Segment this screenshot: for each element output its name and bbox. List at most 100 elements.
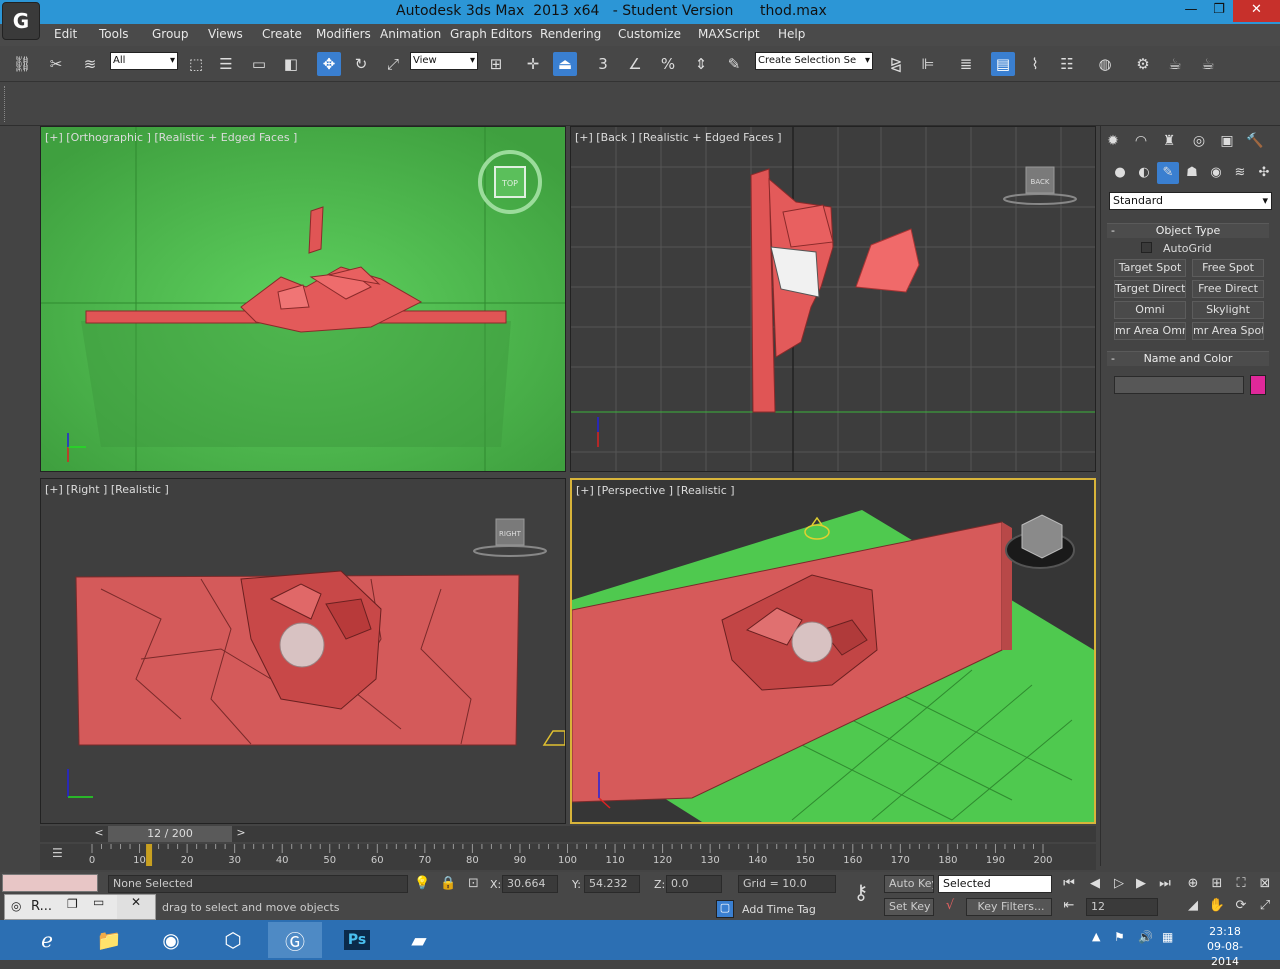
reference-coordinate-dropdown[interactable]: View [410, 52, 478, 70]
unity-icon[interactable]: ⬡ [206, 922, 260, 958]
viewcube-back[interactable]: BACK [1003, 166, 1077, 205]
window-crossing-icon[interactable]: ◧ [279, 52, 303, 76]
viewport-label[interactable]: [+] [Back ] [Realistic + Edged Faces ] [575, 131, 782, 144]
mini-close-icon[interactable]: ✕ [117, 895, 155, 919]
notes-app-icon[interactable]: ▰ [392, 922, 446, 958]
z-coordinate-field[interactable]: 0.0 [666, 875, 722, 893]
object-type-rollout[interactable]: - Object Type [1107, 223, 1269, 238]
isolate-icon[interactable]: 💡 [414, 876, 430, 891]
cameras-icon[interactable]: ☗ [1181, 162, 1203, 184]
tray-overflow-icon[interactable]: ▲ [1092, 930, 1100, 943]
object-name-input[interactable] [1114, 376, 1244, 394]
go-to-end-icon[interactable]: ⏭ [1154, 874, 1176, 894]
firefox-icon[interactable]: ◉ [144, 922, 198, 958]
selection-lock-icon[interactable]: 🔒 [440, 876, 456, 891]
set-key-icon[interactable]: ⚷ [845, 880, 877, 912]
lights-icon[interactable]: ✎ [1157, 162, 1179, 184]
rendered-frame-window-icon[interactable]: ☕ [1163, 52, 1187, 76]
track-bar-mini-curve-icon[interactable]: ☰ [52, 846, 72, 864]
zoom-extents-all-icon[interactable]: ⊠ [1254, 874, 1276, 894]
next-frame-icon[interactable]: ▶ [1130, 874, 1152, 894]
key-mode-toggle-icon[interactable]: ⇤ [1058, 896, 1080, 916]
viewport-label[interactable]: [+] [Right ] [Realistic ] [45, 483, 169, 496]
zoom-all-icon[interactable]: ⊞ [1206, 874, 1228, 894]
menu-group[interactable]: Group [152, 27, 189, 41]
object-color-swatch[interactable] [1250, 375, 1266, 395]
menu-views[interactable]: Views [208, 27, 243, 41]
orbit-icon[interactable]: ⟳ [1230, 896, 1252, 916]
menu-create[interactable]: Create [262, 27, 302, 41]
target-spot-button[interactable]: Target Spot [1114, 259, 1186, 277]
select-and-scale-icon[interactable]: ⤢ [381, 52, 405, 76]
mini-restore-icon[interactable]: ❐ [67, 897, 78, 911]
set-key-button[interactable]: Set Key [884, 898, 934, 916]
network-icon[interactable]: ▦ [1162, 930, 1173, 944]
bind-space-warp-icon[interactable]: ≋ [78, 52, 102, 76]
menu-animation[interactable]: Animation [380, 27, 441, 41]
viewport-back[interactable]: [+] [Back ] [Realistic + Edged Faces ] B… [570, 126, 1096, 472]
space-warps-icon[interactable]: ≋ [1229, 162, 1251, 184]
add-time-tag-button[interactable]: Add Time Tag [742, 903, 816, 916]
rectangular-selection-icon[interactable]: ▭ [247, 52, 271, 76]
time-tag-icon[interactable]: ▢ [716, 900, 734, 918]
target-direct-button[interactable]: Target Direct [1114, 280, 1186, 298]
shapes-icon[interactable]: ◐ [1133, 162, 1155, 184]
viewport-label[interactable]: [+] [Perspective ] [Realistic ] [576, 484, 735, 497]
motion-tab-icon[interactable]: ◎ [1187, 130, 1211, 152]
3ds-max-taskbar-icon[interactable]: Ⓖ [268, 922, 322, 958]
schematic-view-icon[interactable]: ☷ [1055, 52, 1079, 76]
menu-tools[interactable]: Tools [99, 27, 129, 41]
volume-icon[interactable]: 🔊 [1138, 930, 1153, 944]
photoshop-icon[interactable]: Ps [330, 922, 384, 958]
free-direct-button[interactable]: Free Direct [1192, 280, 1264, 298]
viewcube-perspective[interactable] [1005, 514, 1075, 569]
zoom-extents-icon[interactable]: ⛶ [1230, 874, 1252, 894]
layer-manager-icon[interactable]: ≣ [954, 52, 978, 76]
curve-editor-icon[interactable]: ⌇ [1023, 52, 1047, 76]
close-button[interactable]: ✕ [1233, 0, 1280, 22]
go-to-start-icon[interactable]: ⏮ [1058, 874, 1080, 894]
skylight-button[interactable]: Skylight [1192, 301, 1264, 319]
y-coordinate-field[interactable]: 54.232 [584, 875, 640, 893]
utilities-tab-icon[interactable]: 🔨 [1243, 130, 1267, 152]
maxscript-listener[interactable] [2, 874, 98, 892]
mr-area-omni-button[interactable]: mr Area Omni [1114, 322, 1186, 340]
edit-named-selection-icon[interactable]: ✎ [722, 52, 746, 76]
minimized-window[interactable]: ◎ R... ❐ ▭ ✕ [4, 894, 156, 920]
material-editor-icon[interactable]: ◍ [1093, 52, 1117, 76]
autogrid-checkbox[interactable] [1141, 242, 1152, 253]
omni-button[interactable]: Omni [1114, 301, 1186, 319]
minimize-button[interactable]: — [1177, 0, 1205, 22]
auto-key-button[interactable]: Auto Key [884, 875, 934, 893]
menu-modifiers[interactable]: Modifiers [316, 27, 371, 41]
file-explorer-icon[interactable]: 📁 [82, 922, 136, 958]
viewcube-right[interactable]: RIGHT [473, 518, 547, 557]
ribbon-grip[interactable] [4, 86, 7, 122]
viewport-right[interactable]: [+] [Right ] [Realistic ] RIGHT [40, 478, 566, 824]
tray-clock[interactable]: 23:18 09-08-2014 [1195, 924, 1255, 969]
unlink-icon[interactable]: ✂ [44, 52, 68, 76]
zoom-icon[interactable]: ⊕ [1182, 874, 1204, 894]
previous-frame-arrow-icon[interactable]: < [92, 826, 106, 842]
link-icon[interactable]: ⛓ [10, 52, 34, 76]
menu-graph-editors[interactable]: Graph Editors [450, 27, 532, 41]
geometry-icon[interactable]: ● [1109, 162, 1131, 184]
maximize-viewport-icon[interactable]: ⤢ [1254, 896, 1276, 916]
render-production-icon[interactable]: ☕ [1196, 52, 1220, 76]
select-and-rotate-icon[interactable]: ↻ [349, 52, 373, 76]
pivot-center-icon[interactable]: ⊞ [484, 52, 508, 76]
next-frame-arrow-icon[interactable]: > [234, 826, 248, 842]
modify-tab-icon[interactable]: ◠ [1129, 130, 1153, 152]
spinner-snap-icon[interactable]: ⇕ [689, 52, 713, 76]
menu-help[interactable]: Help [778, 27, 805, 41]
viewport-label[interactable]: [+] [Orthographic ] [Realistic + Edged F… [45, 131, 297, 144]
select-by-name-icon[interactable]: ☰ [214, 52, 238, 76]
mini-minimize-icon[interactable]: ▭ [93, 895, 104, 909]
play-icon[interactable]: ▷ [1108, 874, 1130, 894]
app-logo-button[interactable]: G [2, 2, 40, 40]
keyboard-shortcut-override-icon[interactable]: ⏏ [553, 52, 577, 76]
select-and-move-icon[interactable]: ✥ [317, 52, 341, 76]
viewport-perspective[interactable]: [+] [Perspective ] [Realistic ] [570, 478, 1096, 824]
menu-customize[interactable]: Customize [618, 27, 681, 41]
name-and-color-rollout[interactable]: - Name and Color [1107, 351, 1269, 366]
